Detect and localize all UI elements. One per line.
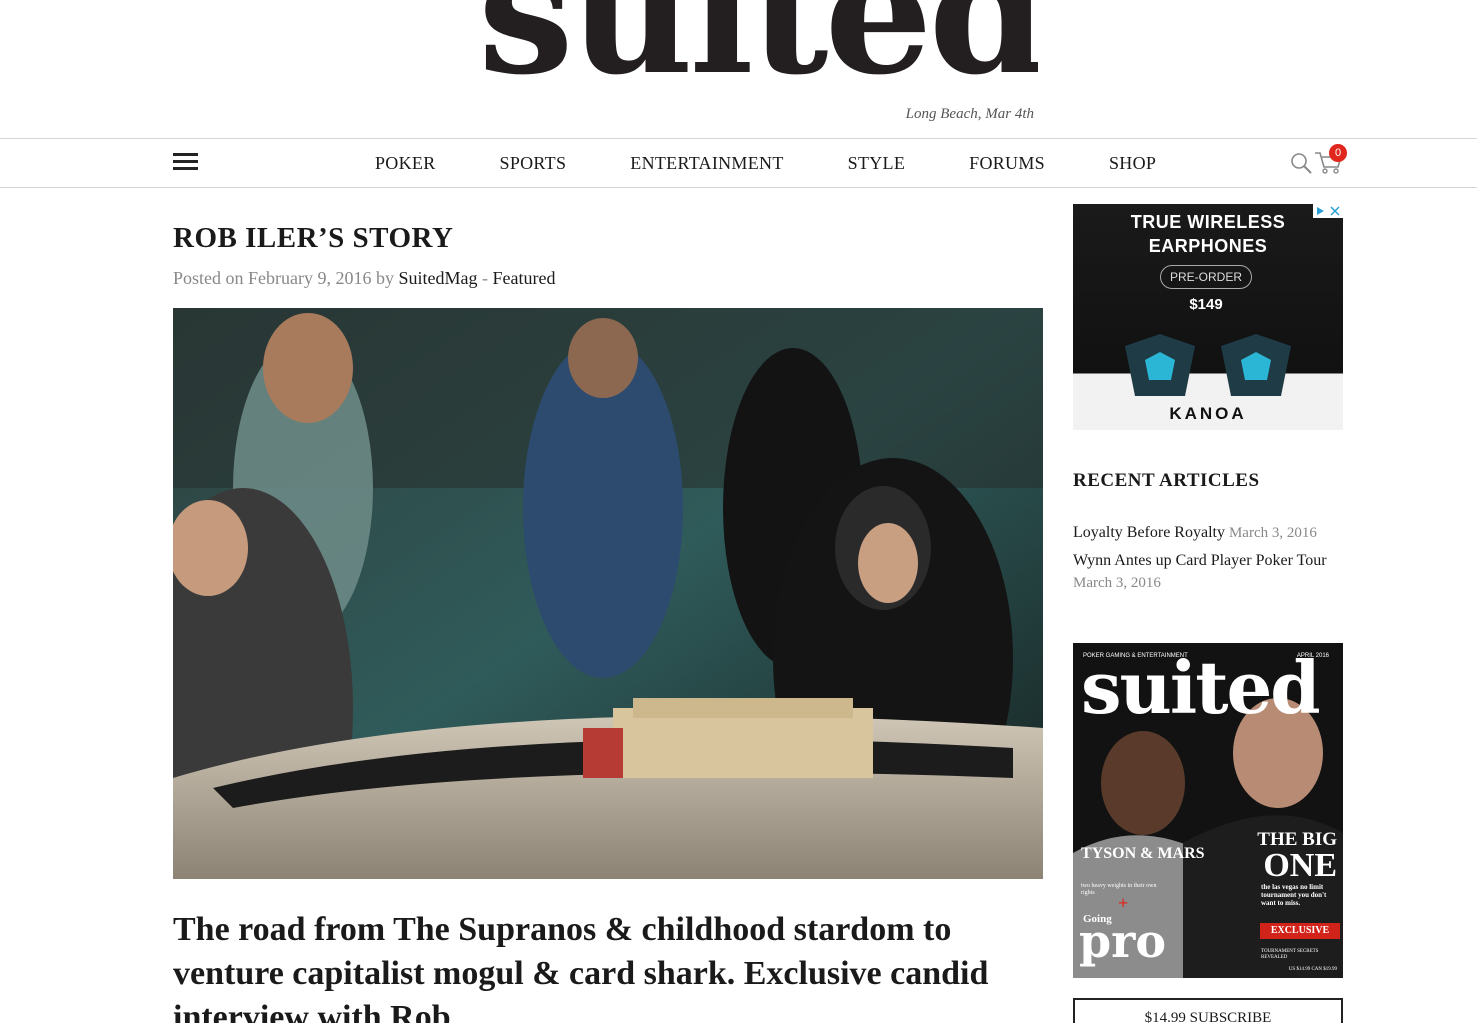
recent-article-link[interactable]: Wynn Antes up Card Player Poker Tour [1073, 552, 1327, 569]
sidebar-ad[interactable]: TRUE WIRELESS EARPHONES PRE-ORDER $149 K… [1073, 204, 1343, 430]
earphones-image [1125, 334, 1291, 396]
main-nav: POKER SPORTS ENTERTAINMENT STYLE FORUMS … [0, 138, 1477, 188]
nav-item-poker[interactable]: POKER [343, 153, 468, 174]
ad-preorder-button[interactable]: PRE-ORDER [1160, 265, 1252, 289]
menu-icon[interactable] [173, 153, 198, 171]
recent-articles-heading: RECENT ARTICLES [1073, 470, 1260, 491]
nav-links: POKER SPORTS ENTERTAINMENT STYLE FORUMS … [343, 139, 1188, 187]
recent-article-date: March 3, 2016 [1228, 525, 1317, 541]
cover-exclusive-badge: EXCLUSIVE [1260, 923, 1340, 939]
cover-price: US $14.99 CAN $19.99 [1288, 967, 1337, 972]
nav-item-shop[interactable]: SHOP [1077, 153, 1188, 174]
recent-article-link[interactable]: Loyalty Before Royalty [1073, 524, 1225, 541]
dateline: Long Beach, Mar 4th [905, 106, 1034, 122]
cover-secrets: TOURNAMENT SECRETS REVEALED [1261, 949, 1319, 960]
hero-image [173, 308, 1043, 879]
nav-item-forums[interactable]: FORUMS [937, 153, 1077, 174]
byline: Posted on February 9, 2016 by SuitedMag … [173, 268, 1043, 289]
cover-right-subtitle: the las vegas no limit tournament you do… [1261, 883, 1327, 907]
cover-date: APRIL 2016 [1296, 653, 1329, 659]
cover-big-one-line2: ONE [1263, 847, 1337, 884]
search-icon[interactable] [1290, 152, 1312, 174]
author-link[interactable]: SuitedMag [398, 268, 477, 288]
posted-date: Posted on February 9, 2016 by [173, 268, 394, 288]
article-subhead: The road from The Supranos & childhood s… [173, 911, 989, 1023]
recent-article-date: March 3, 2016 [1073, 575, 1161, 591]
cover-left-title: TYSON & MARS [1081, 845, 1205, 862]
site-logo[interactable]: suited [478, 0, 1038, 90]
site-logo-text[interactable]: suited [478, 0, 1038, 90]
cover-pro: pro [1079, 914, 1167, 968]
ad-price: $149 [1189, 296, 1223, 313]
cover-tagline: POKER GAMING & ENTERTAINMENT [1083, 653, 1188, 659]
cart-count-badge[interactable]: 0 [1329, 144, 1347, 162]
ad-choices-icon[interactable] [1313, 204, 1343, 218]
ad-brand: KANOA [1169, 404, 1247, 423]
nav-item-entertainment[interactable]: ENTERTAINMENT [598, 153, 815, 174]
list-item: Wynn Antes up Card Player Poker Tour Mar… [1073, 550, 1343, 594]
nav-item-sports[interactable]: SPORTS [468, 153, 599, 174]
masthead: suited Long Beach, Mar 4th [0, 0, 1477, 138]
article-header: ROB ILER’S STORY Posted on February 9, 2… [173, 222, 1043, 289]
byline-separator: - [481, 268, 488, 288]
article-title: ROB ILER’S STORY [173, 222, 454, 254]
category-link[interactable]: Featured [492, 268, 555, 288]
ad-headline[interactable]: TRUE WIRELESS EARPHONES [1073, 210, 1343, 258]
magazine-cover[interactable]: suited POKER GAMING & ENTERTAINMENT APRI… [1073, 643, 1343, 978]
hero-image-illustration [173, 308, 1043, 879]
recent-articles-list: Loyalty Before Royalty March 3, 2016 Wyn… [1073, 522, 1343, 600]
nav-item-style[interactable]: STYLE [816, 153, 938, 174]
list-item: Loyalty Before Royalty March 3, 2016 [1073, 522, 1343, 544]
subscribe-button[interactable]: $14.99 SUBSCRIBE [1073, 998, 1343, 1023]
